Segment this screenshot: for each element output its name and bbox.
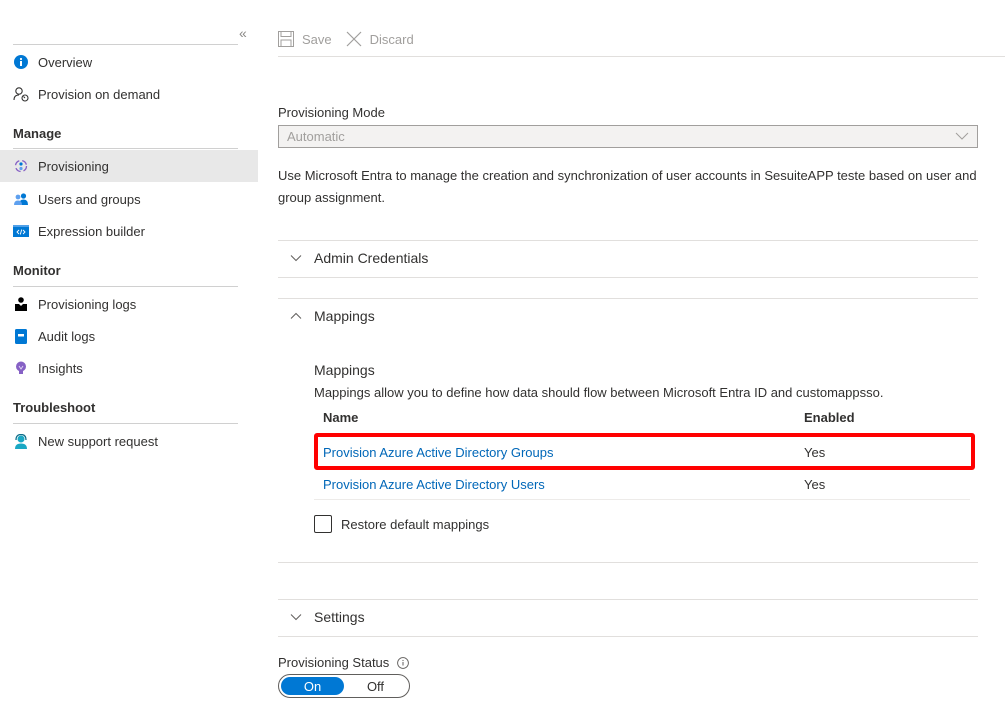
divider <box>278 56 1005 57</box>
chevron-up-icon <box>290 312 302 319</box>
save-button[interactable]: Save <box>278 31 332 47</box>
divider <box>13 423 238 424</box>
divider <box>13 286 238 287</box>
sidebar-item-overview[interactable]: Overview <box>0 46 258 78</box>
sidebar-item-label: Overview <box>38 54 93 70</box>
sidebar-item-label: Expression builder <box>38 223 145 239</box>
provisioning-mode-description: Use Microsoft Entra to manage the creati… <box>278 168 977 205</box>
section-title-troubleshoot: Troubleshoot <box>13 400 96 415</box>
mappings-section-header[interactable]: Mappings <box>278 298 978 334</box>
divider <box>278 636 978 637</box>
provisioning-mode-dropdown[interactable]: Automatic <box>278 125 978 148</box>
mapping-enabled-value: Yes <box>804 477 826 492</box>
toggle-option-off[interactable]: Off <box>344 677 407 695</box>
divider <box>13 44 238 45</box>
provisioning-logs-icon <box>13 296 29 312</box>
sidebar-item-provisioning-logs[interactable]: Provisioning logs <box>0 288 258 320</box>
section-title-monitor: Monitor <box>13 263 61 278</box>
section-title: Settings <box>314 609 365 625</box>
chevron-down-icon <box>955 132 969 140</box>
restore-default-mappings-checkbox[interactable]: Restore default mappings <box>314 515 489 533</box>
sidebar-item-provisioning[interactable]: Provisioning <box>0 150 258 182</box>
mappings-description: Mappings allow you to define how data sh… <box>314 385 884 400</box>
section-title-manage: Manage <box>13 126 62 141</box>
restore-default-mappings-label: Restore default mappings <box>341 516 490 532</box>
discard-label: Discard <box>369 31 414 47</box>
sidebar-item-insights[interactable]: Insights <box>0 352 258 384</box>
column-header-name: Name <box>323 410 359 425</box>
sidebar-item-label: Provisioning <box>38 158 109 174</box>
insights-icon <box>13 360 29 376</box>
section-title: Admin Credentials <box>314 250 429 266</box>
info-icon <box>13 54 29 70</box>
provisioning-icon <box>13 158 29 174</box>
info-icon[interactable] <box>397 656 410 669</box>
support-icon <box>13 433 29 449</box>
provisioning-mode-value: Automatic <box>287 129 345 144</box>
close-icon <box>346 31 362 47</box>
sidebar-item-label: Provisioning logs <box>38 296 137 312</box>
sidebar-item-new-support-request[interactable]: New support request <box>0 425 258 457</box>
checkbox-box[interactable] <box>314 515 332 533</box>
sidebar-item-expression-builder[interactable]: Expression builder <box>0 215 258 247</box>
command-bar: Save Discard <box>278 26 428 52</box>
sidebar-item-provision-on-demand[interactable]: Provision on demand <box>0 78 258 110</box>
collapse-sidebar-button[interactable]: « <box>239 25 247 41</box>
mappings-title: Mappings <box>314 362 375 378</box>
sidebar-item-label: Users and groups <box>38 191 141 207</box>
provisioning-status-text: Provisioning Status <box>278 655 390 670</box>
chevron-down-icon <box>290 255 302 262</box>
sidebar-item-label: Provision on demand <box>38 86 161 102</box>
section-title: Mappings <box>314 308 375 324</box>
column-header-enabled: Enabled <box>804 410 855 425</box>
expression-builder-icon <box>13 223 29 239</box>
users-groups-icon <box>13 191 29 207</box>
divider <box>314 499 970 500</box>
mapping-link-groups[interactable]: Provision Azure Active Directory Groups <box>323 445 553 460</box>
save-label: Save <box>302 31 332 47</box>
sidebar-item-label: Insights <box>38 360 83 376</box>
user-sync-icon <box>13 86 29 102</box>
provisioning-status-toggle[interactable]: On Off <box>278 674 410 698</box>
provisioning-mode-label: Provisioning Mode <box>278 105 385 120</box>
mapping-link-users[interactable]: Provision Azure Active Directory Users <box>323 477 545 492</box>
divider <box>13 148 238 149</box>
sidebar-item-users-and-groups[interactable]: Users and groups <box>0 183 258 215</box>
table-row: Provision Azure Active Directory Users Y… <box>314 468 970 500</box>
audit-logs-icon <box>13 328 29 344</box>
mapping-enabled-value: Yes <box>804 445 826 460</box>
sidebar-item-audit-logs[interactable]: Audit logs <box>0 320 258 352</box>
chevron-down-icon <box>290 614 302 621</box>
divider <box>278 277 978 278</box>
sidebar-item-label: New support request <box>38 433 158 449</box>
table-row: Provision Azure Active Directory Groups … <box>314 436 970 468</box>
discard-button[interactable]: Discard <box>346 31 414 47</box>
divider <box>278 562 978 563</box>
admin-credentials-section-header[interactable]: Admin Credentials <box>278 240 978 276</box>
settings-section-header[interactable]: Settings <box>278 599 978 635</box>
save-icon <box>278 31 294 47</box>
provisioning-status-label: Provisioning Status <box>278 655 410 670</box>
toggle-option-on[interactable]: On <box>281 677 344 695</box>
sidebar: « Overview Provision on demand Manage Pr… <box>0 0 258 725</box>
sidebar-item-label: Audit logs <box>38 328 96 344</box>
